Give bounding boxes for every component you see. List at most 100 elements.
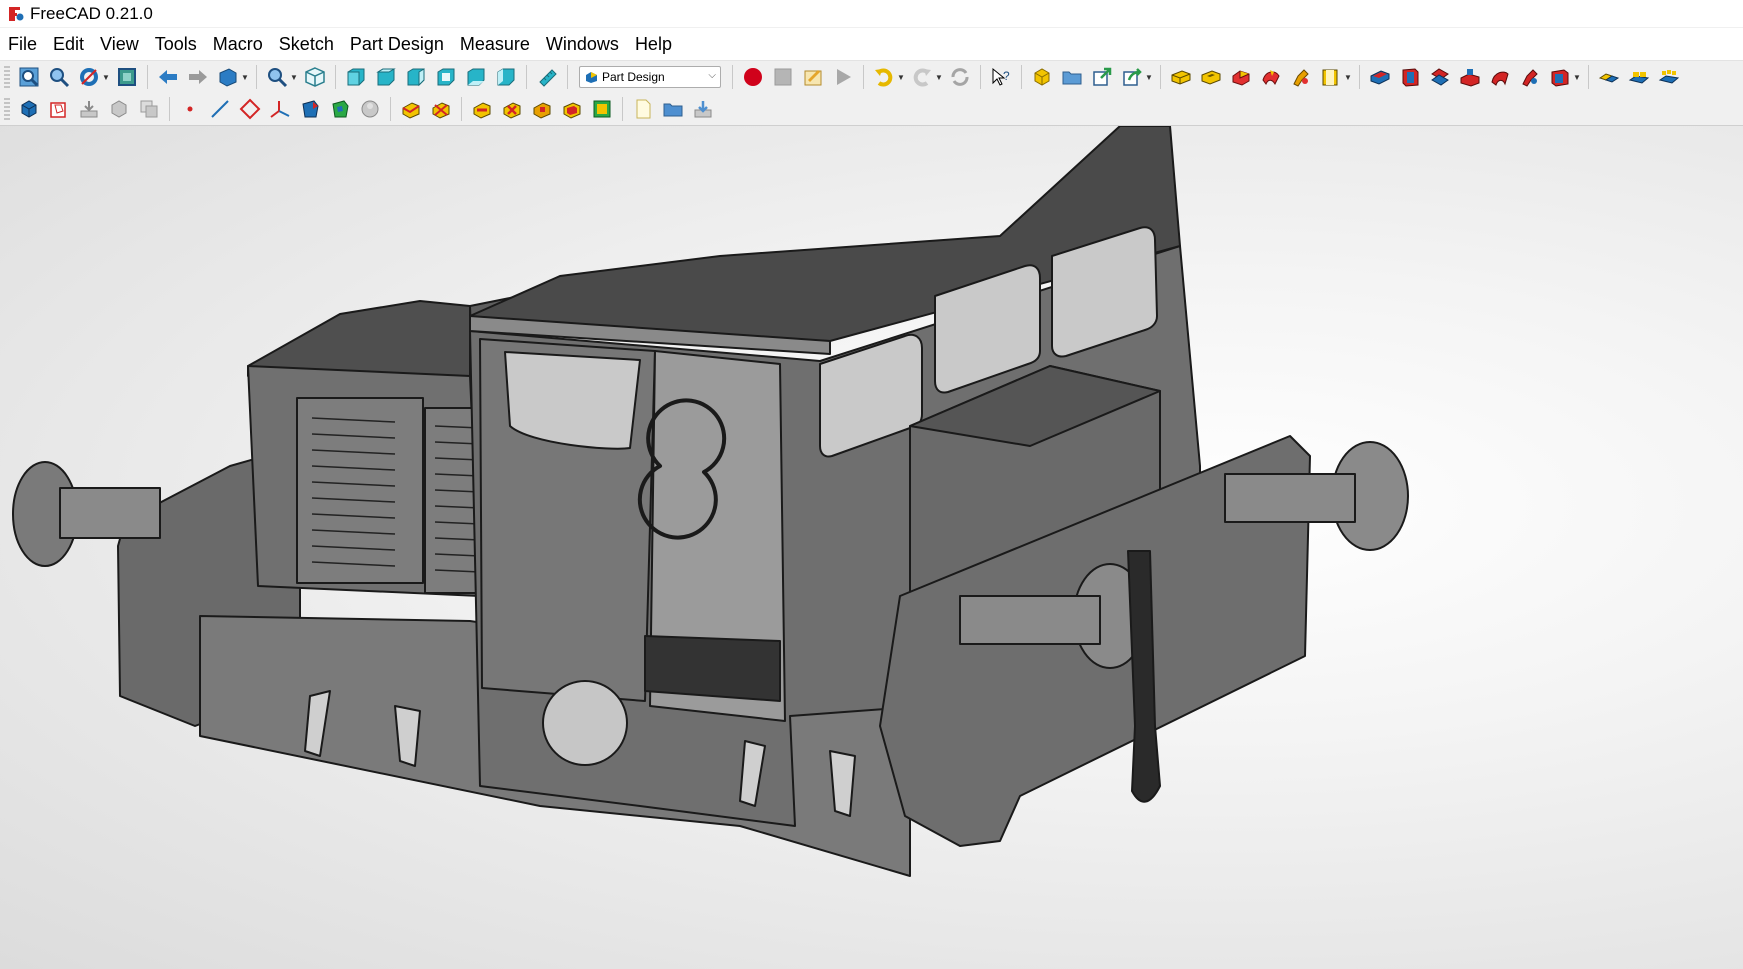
sync-view-dropdown-arrow[interactable]: ▼: [241, 64, 249, 90]
left-view-icon[interactable]: [493, 64, 519, 90]
import-icon[interactable]: [76, 96, 102, 122]
menu-help[interactable]: Help: [627, 28, 680, 60]
clone-icon[interactable]: [136, 96, 162, 122]
thickness-icon[interactable]: [499, 96, 525, 122]
menu-measure[interactable]: Measure: [452, 28, 538, 60]
datum-plane-icon[interactable]: [237, 96, 263, 122]
back-arrow-icon[interactable]: [155, 64, 181, 90]
sub-groove-icon[interactable]: [1487, 64, 1513, 90]
locomotive-model[interactable]: [0, 126, 1743, 969]
fit-all-icon[interactable]: [16, 64, 42, 90]
subtractive-dropdown-arrow[interactable]: ▼: [1573, 64, 1581, 90]
mirror-icon[interactable]: [1596, 64, 1622, 90]
new-document-icon[interactable]: [630, 96, 656, 122]
revolution-icon[interactable]: [1228, 64, 1254, 90]
menu-macro[interactable]: Macro: [205, 28, 271, 60]
toolbar-separator: [461, 97, 462, 121]
bottom-view-icon[interactable]: [463, 64, 489, 90]
multi-transform-icon[interactable]: [559, 96, 585, 122]
new-body-icon[interactable]: [1029, 64, 1055, 90]
whats-this-icon[interactable]: ?: [988, 64, 1014, 90]
attach-icon[interactable]: [357, 96, 383, 122]
right-buffer-shaft-upper: [1224, 473, 1356, 523]
sub-pad-icon[interactable]: [1397, 64, 1423, 90]
groove-icon[interactable]: [1258, 64, 1284, 90]
toolbar-grip[interactable]: [4, 66, 10, 88]
draw-style-dropdown-arrow[interactable]: ▼: [102, 64, 110, 90]
forward-arrow-icon[interactable]: [185, 64, 211, 90]
fit-selection-icon[interactable]: [46, 64, 72, 90]
shape-binder-icon[interactable]: [106, 96, 132, 122]
macro-stop-icon[interactable]: [770, 64, 796, 90]
part-design-workbench-icon: [586, 71, 597, 83]
isometric-view-icon[interactable]: [302, 64, 328, 90]
refresh-icon[interactable]: [947, 64, 973, 90]
hole-icon[interactable]: [1367, 64, 1393, 90]
workbench-selector-value: Part Design: [602, 70, 665, 84]
right-view-icon[interactable]: [403, 64, 429, 90]
macro-record-icon[interactable]: [740, 64, 766, 90]
datum-point-icon[interactable]: [177, 96, 203, 122]
3d-viewport[interactable]: [0, 126, 1743, 969]
boolean-icon[interactable]: [529, 96, 555, 122]
pipe-icon[interactable]: [1318, 64, 1344, 90]
louvre-door-left: [296, 397, 424, 584]
menu-sketch[interactable]: Sketch: [271, 28, 342, 60]
toolbar-row-1: ▼ ▼ ▼ Part Design ⌵ ▼ ▼ ? ▼ ▼ ▼: [0, 60, 1743, 93]
cab-door-window: [504, 351, 641, 450]
draw-style-icon[interactable]: [76, 64, 102, 90]
shape-binder-green-icon[interactable]: [327, 96, 353, 122]
sub-shape-binder-icon[interactable]: [297, 96, 323, 122]
fillet-icon[interactable]: [398, 96, 424, 122]
datum-line-icon[interactable]: [207, 96, 233, 122]
toolbar-grip[interactable]: [4, 98, 10, 120]
export-icon[interactable]: [1089, 64, 1115, 90]
bounding-box-icon[interactable]: [114, 64, 140, 90]
zoom-dropdown-arrow[interactable]: ▼: [290, 64, 298, 90]
front-view-icon[interactable]: [343, 64, 369, 90]
redo-icon[interactable]: [909, 64, 935, 90]
create-sketch-icon[interactable]: [46, 96, 72, 122]
open-file-icon[interactable]: [1059, 64, 1085, 90]
create-feature-icon[interactable]: [589, 96, 615, 122]
sub-revolve-icon[interactable]: [1457, 64, 1483, 90]
menu-part-design[interactable]: Part Design: [342, 28, 452, 60]
menu-tools[interactable]: Tools: [147, 28, 205, 60]
rear-view-icon[interactable]: [433, 64, 459, 90]
additive-dropdown-arrow[interactable]: ▼: [1344, 64, 1352, 90]
open-folder-icon[interactable]: [660, 96, 686, 122]
pad-icon[interactable]: [1168, 64, 1194, 90]
menu-edit[interactable]: Edit: [45, 28, 92, 60]
chamfer-icon[interactable]: [428, 96, 454, 122]
create-body-icon[interactable]: [16, 96, 42, 122]
polar-pattern-icon[interactable]: [1656, 64, 1682, 90]
sub-pipe-icon[interactable]: [1547, 64, 1573, 90]
loft-icon[interactable]: [1288, 64, 1314, 90]
sync-view-icon[interactable]: [215, 64, 241, 90]
pocket-icon[interactable]: [1198, 64, 1224, 90]
undo-icon[interactable]: [871, 64, 897, 90]
svg-text:?: ?: [1003, 69, 1010, 83]
share-dropdown-arrow[interactable]: ▼: [1145, 64, 1153, 90]
workbench-selector[interactable]: Part Design ⌵: [579, 66, 721, 88]
draft-icon[interactable]: [469, 96, 495, 122]
coordinate-system-icon[interactable]: [267, 96, 293, 122]
sub-loft-icon[interactable]: [1517, 64, 1543, 90]
save-icon[interactable]: [690, 96, 716, 122]
redo-dropdown-arrow[interactable]: ▼: [935, 64, 943, 90]
wheel-cutout: [542, 680, 628, 766]
macro-edit-icon[interactable]: [800, 64, 826, 90]
menu-windows[interactable]: Windows: [538, 28, 627, 60]
measure-distance-icon[interactable]: [534, 64, 560, 90]
zoom-icon[interactable]: [264, 64, 290, 90]
linear-pattern-icon[interactable]: [1626, 64, 1652, 90]
chevron-down-icon: ⌵: [708, 70, 716, 81]
toolbar-separator: [1359, 65, 1360, 89]
share-icon[interactable]: [1119, 64, 1145, 90]
menu-view[interactable]: View: [92, 28, 147, 60]
menu-file[interactable]: File: [0, 28, 45, 60]
undo-dropdown-arrow[interactable]: ▼: [897, 64, 905, 90]
top-view-icon[interactable]: [373, 64, 399, 90]
sub-pocket-icon[interactable]: [1427, 64, 1453, 90]
macro-run-icon[interactable]: [830, 64, 856, 90]
